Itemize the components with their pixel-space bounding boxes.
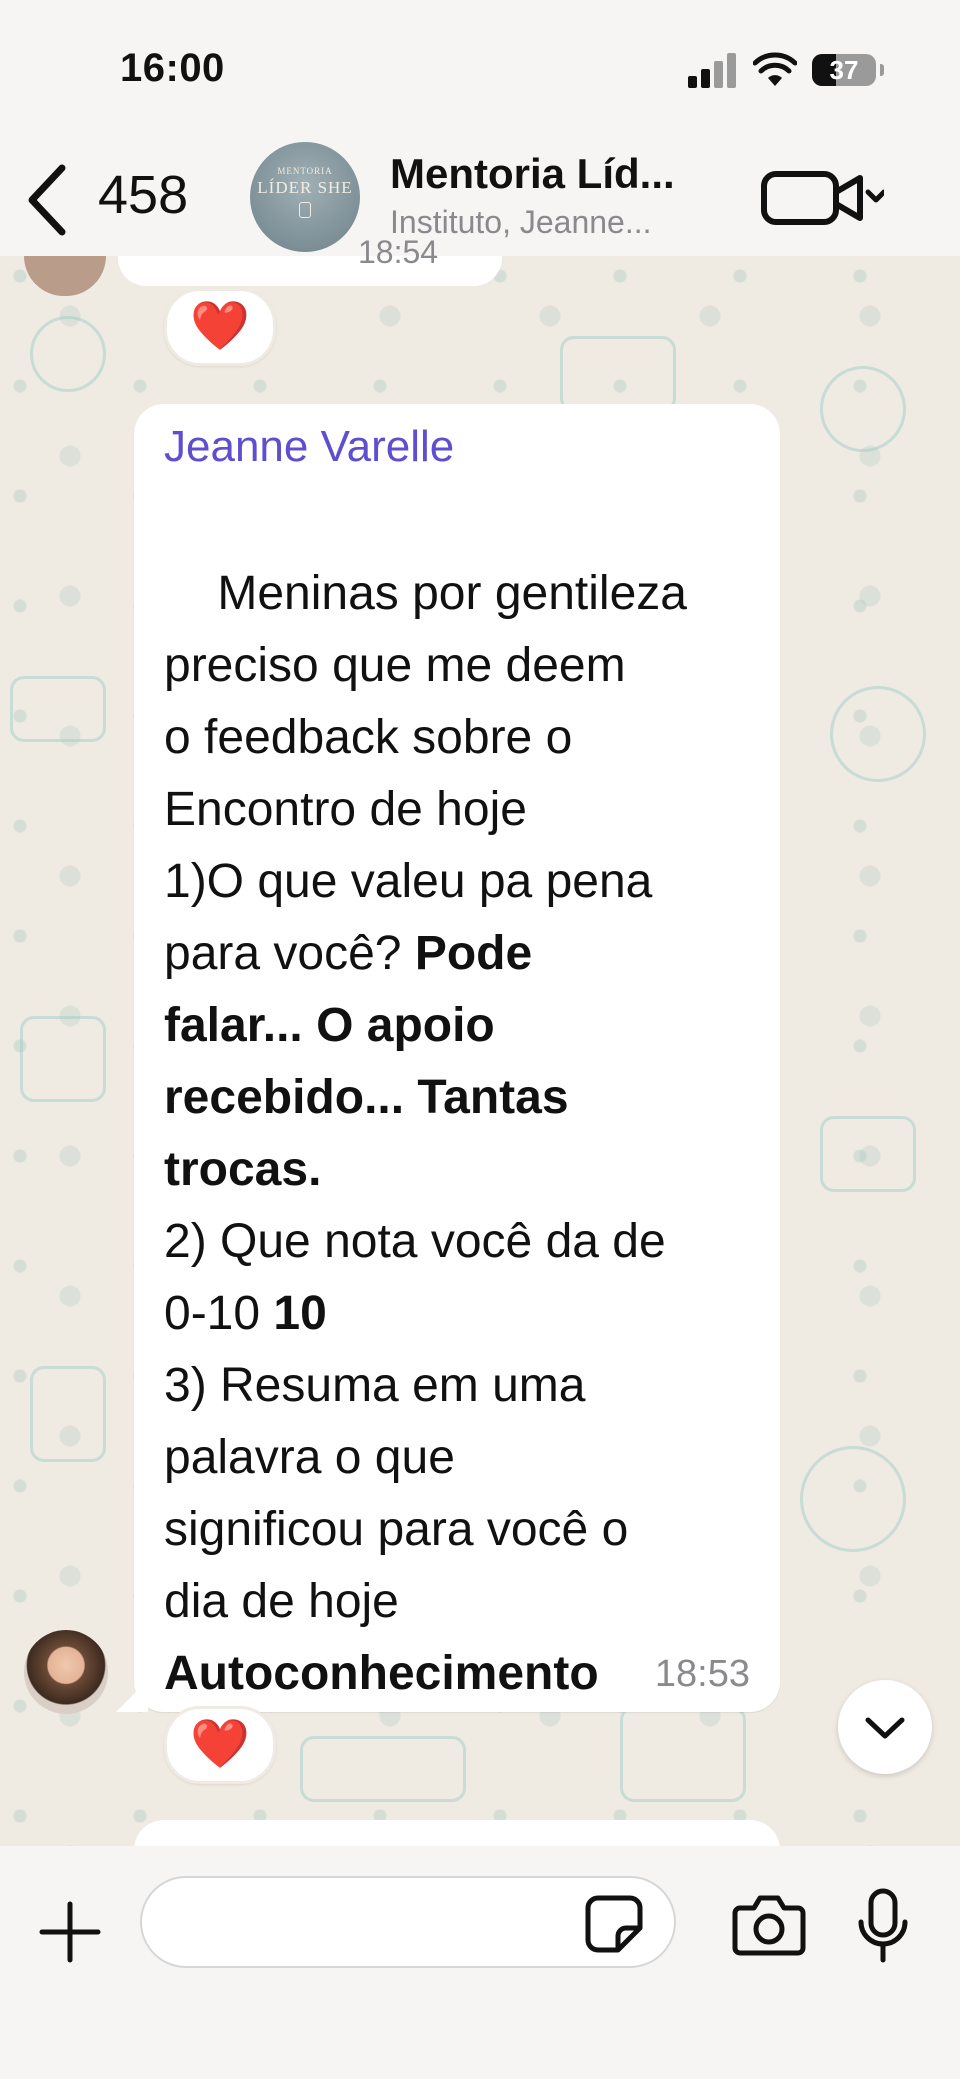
status-time: 16:00 [120, 46, 225, 90]
previous-message-bubble[interactable]: 18:54 [118, 234, 502, 286]
previous-message-reaction[interactable]: ❤️ [164, 288, 276, 366]
sticker-icon[interactable] [584, 1894, 644, 1954]
battery-level: 37 [829, 55, 859, 85]
avatar-text-big: LÍDER SHE [257, 178, 353, 197]
back-unread-count[interactable]: 458 [98, 164, 188, 226]
message-sender-name[interactable]: Jeanne Varelle [164, 422, 454, 472]
chevron-left-icon[interactable] [18, 160, 78, 240]
message-segment-bold: Autoconhecimento [164, 1647, 599, 1700]
message-bubble-tail [116, 1680, 148, 1712]
video-camera-icon[interactable] [760, 166, 884, 230]
microphone-icon[interactable] [856, 1888, 910, 1964]
message-segment: 3) Resuma em uma palavra o que significo… [164, 1359, 629, 1628]
message-segment: 2) Que nota você da de 0-10 [164, 1215, 666, 1340]
battery-nub [880, 64, 884, 76]
scroll-to-bottom-button[interactable] [838, 1680, 932, 1774]
message-reaction[interactable]: ❤️ [164, 1706, 276, 1784]
avatar-text-small: MENTORIA [277, 166, 333, 176]
previous-message-time: 18:54 [358, 234, 439, 270]
chevron-down-icon [865, 189, 884, 203]
message-bubble[interactable]: Jeanne Varelle Meninas por gentileza pre… [134, 404, 780, 1712]
message-time: 18:53 [654, 1653, 750, 1695]
message-text: Meninas por gentileza preciso que me dee… [164, 486, 764, 1782]
sender-avatar[interactable] [24, 1630, 108, 1714]
cellular-signal-icon [688, 52, 738, 88]
group-name[interactable]: Mentoria Líd... [390, 150, 675, 198]
chat-header: 458 MENTORIA LÍDER SHE Mentoria Líd... I… [0, 140, 960, 256]
message-input-bar [0, 1846, 960, 2079]
message-segment-bold: 10 [273, 1287, 327, 1340]
group-avatar[interactable]: MENTORIA LÍDER SHE [250, 142, 360, 252]
wifi-icon [753, 52, 797, 86]
battery-icon: 37 [812, 54, 876, 86]
plus-icon[interactable] [38, 1900, 102, 1964]
chevron-down-icon [865, 1717, 905, 1739]
status-bar: 16:00 37 [0, 0, 960, 140]
avatar-logo-mark [299, 202, 311, 218]
camera-icon[interactable] [732, 1894, 806, 1956]
message-segment: Meninas por gentileza preciso que me dee… [164, 567, 687, 980]
